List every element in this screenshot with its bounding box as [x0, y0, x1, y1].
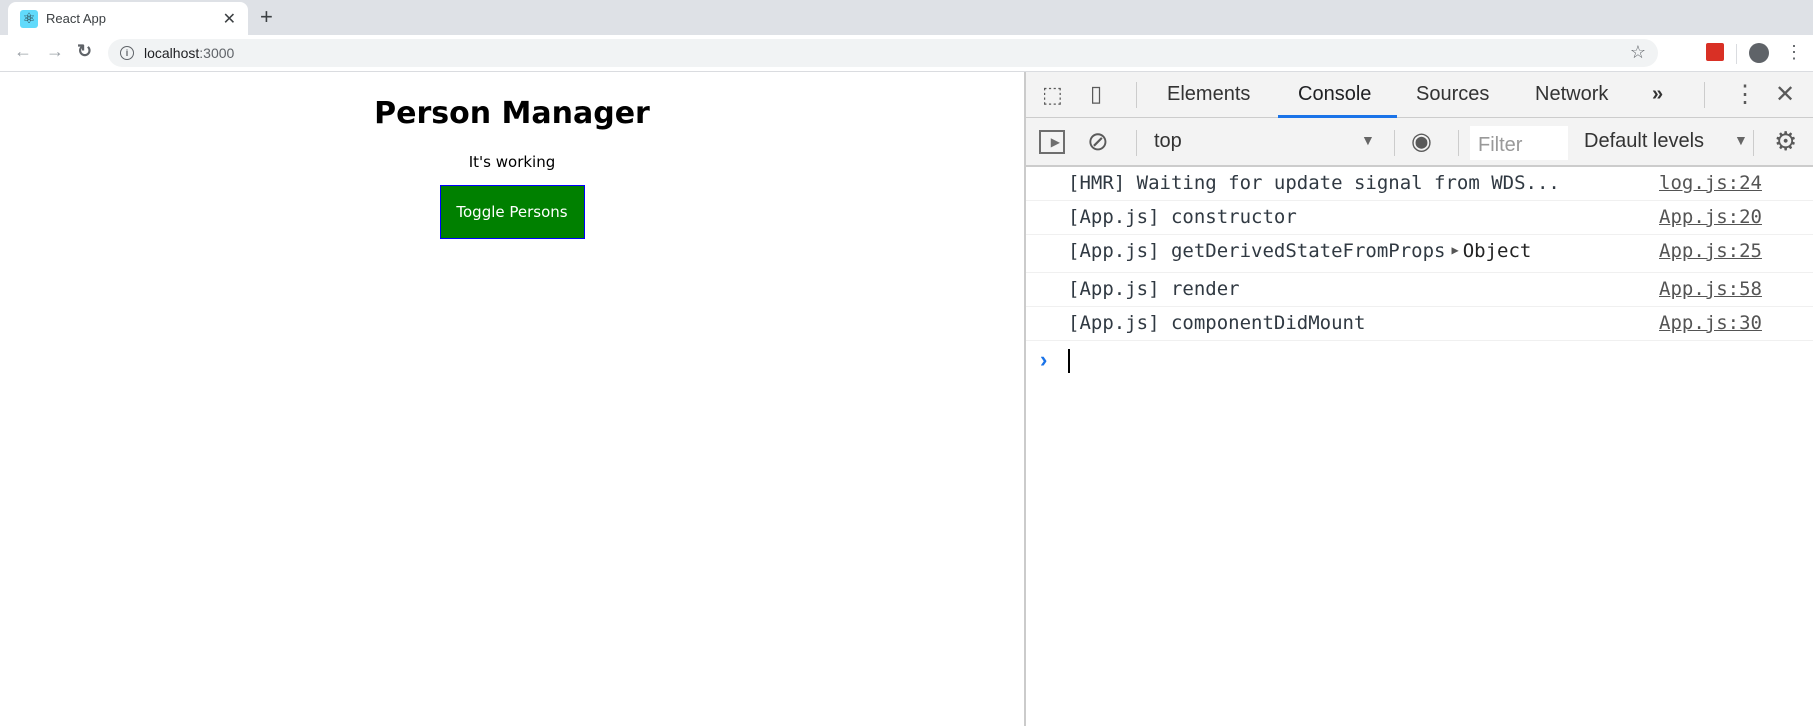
console-row: [App.js] componentDidMount App.js:30: [1026, 307, 1813, 341]
toggle-persons-button[interactable]: Toggle Persons: [439, 185, 585, 239]
console-message: [HMR] Waiting for update signal from WDS…: [1068, 172, 1560, 194]
devtools-tab-bar: ⬚ ▯ Elements Console Sources Network » ⋮…: [1026, 72, 1813, 118]
console-message: [App.js] componentDidMount: [1068, 312, 1366, 334]
context-dropdown-icon[interactable]: ▼: [1361, 132, 1375, 148]
page-title: Person Manager: [374, 96, 650, 131]
extension-icon[interactable]: [1706, 43, 1724, 61]
console-message-text: [App.js] getDerivedStateFromProps: [1068, 240, 1446, 262]
devtools-panel: ⬚ ▯ Elements Console Sources Network » ⋮…: [1024, 72, 1813, 726]
forward-icon[interactable]: →: [46, 41, 64, 62]
settings-gear-icon[interactable]: ⚙: [1774, 126, 1797, 157]
console-prompt[interactable]: ›: [1026, 341, 1813, 381]
divider: [1136, 82, 1137, 108]
console-message: [App.js] constructor: [1068, 206, 1297, 228]
console-message: [App.js] getDerivedStateFromProps ▶ Object: [1068, 240, 1531, 262]
console-message: [App.js] render: [1068, 278, 1240, 300]
context-selector[interactable]: top: [1154, 130, 1182, 153]
inspect-element-icon[interactable]: ⬚: [1042, 82, 1063, 108]
divider: [1753, 130, 1754, 156]
tab-console[interactable]: Console: [1298, 83, 1371, 106]
close-tab-icon[interactable]: ✕: [223, 9, 236, 29]
live-expression-eye-icon[interactable]: ◉: [1411, 127, 1432, 156]
divider: [1136, 130, 1137, 156]
browser-menu-icon[interactable]: ⋮: [1785, 42, 1803, 62]
url-host: localhost: [144, 45, 200, 61]
new-tab-icon[interactable]: +: [260, 4, 273, 30]
browser-tab[interactable]: ⚛ React App ✕: [8, 2, 248, 35]
source-link[interactable]: App.js:20: [1659, 206, 1762, 228]
source-link[interactable]: App.js:30: [1659, 312, 1762, 334]
profile-icon[interactable]: [1749, 43, 1769, 63]
divider: [1394, 130, 1395, 156]
levels-dropdown-icon[interactable]: ▼: [1734, 132, 1748, 148]
info-icon[interactable]: i: [120, 46, 134, 60]
toolbar-divider: [1736, 44, 1737, 64]
page-content: Person Manager It's working Toggle Perso…: [0, 72, 1024, 726]
address-bar[interactable]: i localhost:3000 ☆: [108, 39, 1658, 67]
clear-console-icon[interactable]: ⊘: [1087, 126, 1109, 157]
expand-triangle-icon[interactable]: ▶: [1452, 243, 1459, 257]
tab-sources[interactable]: Sources: [1416, 83, 1489, 106]
source-link[interactable]: App.js:25: [1659, 240, 1762, 262]
react-logo-icon: ⚛: [20, 9, 38, 28]
tab-network[interactable]: Network: [1535, 83, 1608, 106]
url-port: :3000: [199, 45, 235, 61]
reload-icon[interactable]: ↻: [77, 41, 92, 62]
log-levels-dropdown[interactable]: Default levels: [1584, 130, 1704, 153]
tab-strip: ⚛ React App ✕ +: [0, 0, 1813, 35]
more-tabs-icon[interactable]: »: [1652, 83, 1663, 106]
console-toolbar: ▶ ⊘ top ▼ ◉ Filter Default levels ▼ ⚙: [1026, 118, 1813, 167]
object-preview[interactable]: Object: [1463, 240, 1532, 262]
devtools-menu-icon[interactable]: ⋮: [1733, 80, 1757, 109]
console-row: [App.js] render App.js:58: [1026, 273, 1813, 307]
page-subtitle: It's working: [468, 153, 556, 171]
source-link[interactable]: log.js:24: [1659, 172, 1762, 194]
close-devtools-icon[interactable]: ✕: [1775, 80, 1795, 109]
browser-toolbar: ← → ↻ i localhost:3000 ☆ ⋮: [0, 35, 1813, 72]
console-row: [HMR] Waiting for update signal from WDS…: [1026, 167, 1813, 201]
filter-input[interactable]: Filter: [1470, 126, 1568, 160]
text-caret: [1068, 349, 1070, 373]
show-sidebar-icon[interactable]: ▶: [1039, 130, 1065, 154]
device-toolbar-icon[interactable]: ▯: [1090, 81, 1102, 107]
back-icon[interactable]: ←: [14, 41, 32, 62]
console-row: [App.js] constructor App.js:20: [1026, 201, 1813, 235]
divider: [1704, 82, 1705, 108]
prompt-chevron-icon: ›: [1040, 347, 1048, 372]
bookmark-star-icon[interactable]: ☆: [1630, 42, 1646, 63]
source-link[interactable]: App.js:58: [1659, 278, 1762, 300]
tab-title: React App: [46, 11, 106, 26]
divider: [1458, 130, 1459, 156]
console-row: [App.js] getDerivedStateFromProps ▶ Object…: [1026, 235, 1813, 273]
tab-elements[interactable]: Elements: [1167, 83, 1250, 106]
